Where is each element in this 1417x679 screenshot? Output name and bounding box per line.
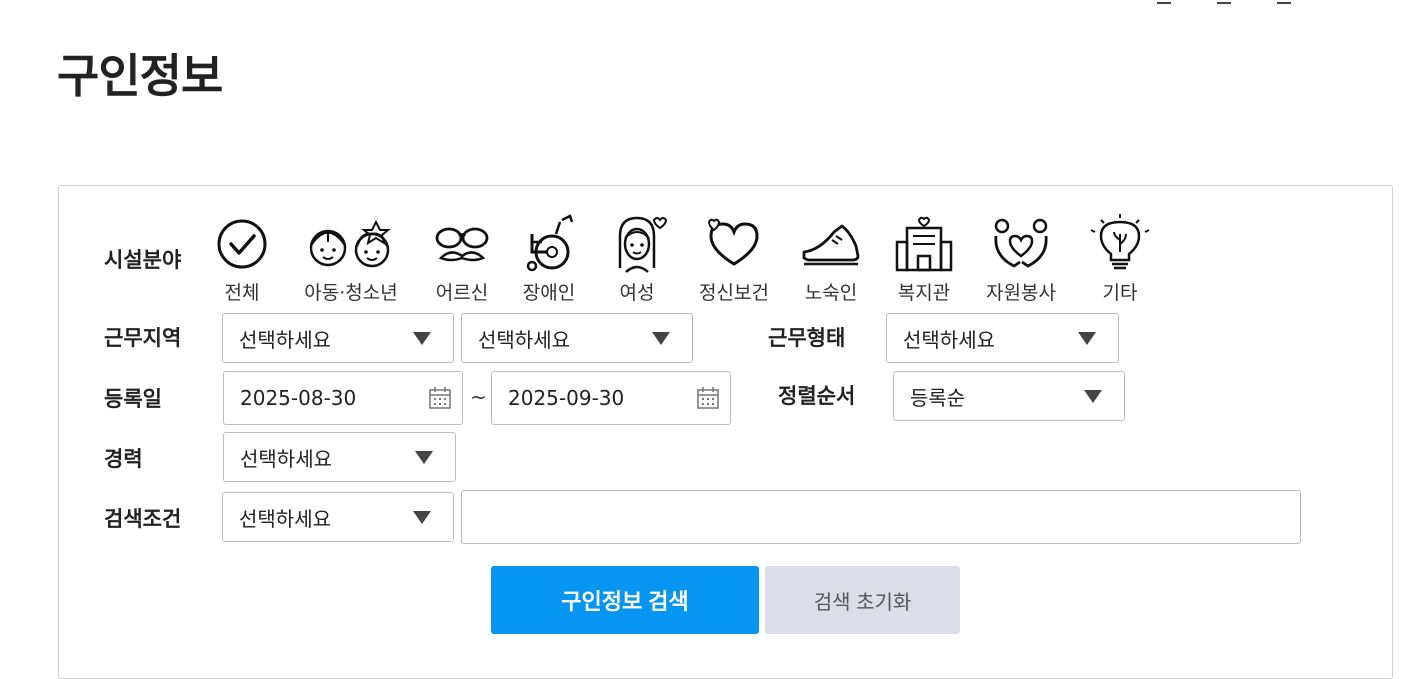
reg-date-label: 등록일: [104, 387, 162, 411]
calendar-icon[interactable]: [696, 386, 720, 410]
wheelchair-icon: [526, 214, 574, 272]
sort-select[interactable]: 등록순: [893, 371, 1125, 421]
career-value: 선택하세요: [240, 446, 332, 471]
category-disabled[interactable]: 장애인: [504, 212, 594, 305]
region-select-1[interactable]: 선택하세요: [222, 313, 454, 363]
category-label: 정신보건: [699, 282, 769, 304]
reg-date-to-value: 2025-09-30: [508, 386, 625, 410]
region-select-2-value: 선택하세요: [478, 327, 570, 352]
dropdown-arrow-icon: [415, 451, 433, 464]
shoe-icon: [802, 224, 860, 266]
hearts-icon: [707, 218, 759, 266]
search-condition-label: 검색조건: [104, 507, 182, 531]
region-select-2[interactable]: 선택하세요: [461, 313, 693, 363]
category-label: 아동·청소년: [304, 282, 398, 304]
category-label: 자원봉사: [986, 282, 1056, 304]
job-search-button[interactable]: 구인정보 검색: [491, 566, 759, 634]
lightbulb-icon: [1090, 214, 1150, 270]
category-label: 어르신: [435, 282, 489, 304]
dropdown-arrow-icon: [413, 332, 431, 345]
search-keyword-input[interactable]: [461, 490, 1301, 544]
category-label: 여성: [619, 282, 655, 304]
check-circle-icon: [217, 219, 267, 269]
reg-date-from-value: 2025-08-30: [240, 386, 357, 410]
page-title: 구인정보: [57, 49, 223, 103]
sort-label: 정렬순서: [778, 384, 856, 408]
calendar-icon[interactable]: [428, 386, 452, 410]
category-all[interactable]: 전체: [197, 212, 287, 305]
building-icon: [895, 216, 953, 272]
category-label: 복지관: [897, 282, 951, 304]
category-label: 전체: [224, 282, 260, 304]
dropdown-arrow-icon: [1084, 390, 1102, 403]
work-type-label: 근무형태: [768, 326, 846, 350]
category-mental-health[interactable]: 정신보건: [689, 212, 779, 305]
region-label: 근무지역: [104, 326, 182, 350]
dropdown-arrow-icon: [652, 332, 670, 345]
sort-value: 등록순: [910, 385, 966, 410]
work-type-select[interactable]: 선택하세요: [886, 313, 1119, 363]
children-icon: [309, 219, 391, 268]
region-select-1-value: 선택하세요: [239, 327, 331, 352]
category-children[interactable]: 아동·청소년: [304, 212, 398, 305]
category-label: 장애인: [522, 282, 576, 304]
facility-label: 시설분야: [104, 248, 182, 272]
elderly-glasses-mustache-icon: [435, 227, 489, 262]
search-condition-select[interactable]: 선택하세요: [222, 492, 454, 542]
top-nav-fragment: [1157, 0, 1377, 4]
woman-icon: [618, 216, 668, 273]
category-welfare-center[interactable]: 복지관: [879, 212, 969, 305]
category-homeless[interactable]: 노숙인: [786, 212, 876, 305]
dropdown-arrow-icon: [1078, 332, 1096, 345]
career-select[interactable]: 선택하세요: [223, 432, 456, 482]
category-elderly[interactable]: 어르신: [417, 212, 507, 305]
volunteer-hands-heart-icon: [994, 218, 1048, 268]
category-label: 기타: [1102, 282, 1138, 304]
category-women[interactable]: 여성: [592, 212, 682, 305]
work-type-value: 선택하세요: [903, 327, 995, 352]
reset-search-button[interactable]: 검색 초기화: [765, 566, 960, 634]
search-condition-value: 선택하세요: [239, 506, 331, 531]
category-volunteer[interactable]: 자원봉사: [976, 212, 1066, 305]
reg-date-from-input[interactable]: 2025-08-30: [223, 371, 463, 425]
category-label: 노숙인: [804, 282, 858, 304]
date-range-separator: ~: [470, 385, 487, 409]
career-label: 경력: [104, 447, 143, 471]
category-etc[interactable]: 기타: [1075, 212, 1165, 305]
reg-date-to-input[interactable]: 2025-09-30: [491, 371, 731, 425]
dropdown-arrow-icon: [413, 511, 431, 524]
